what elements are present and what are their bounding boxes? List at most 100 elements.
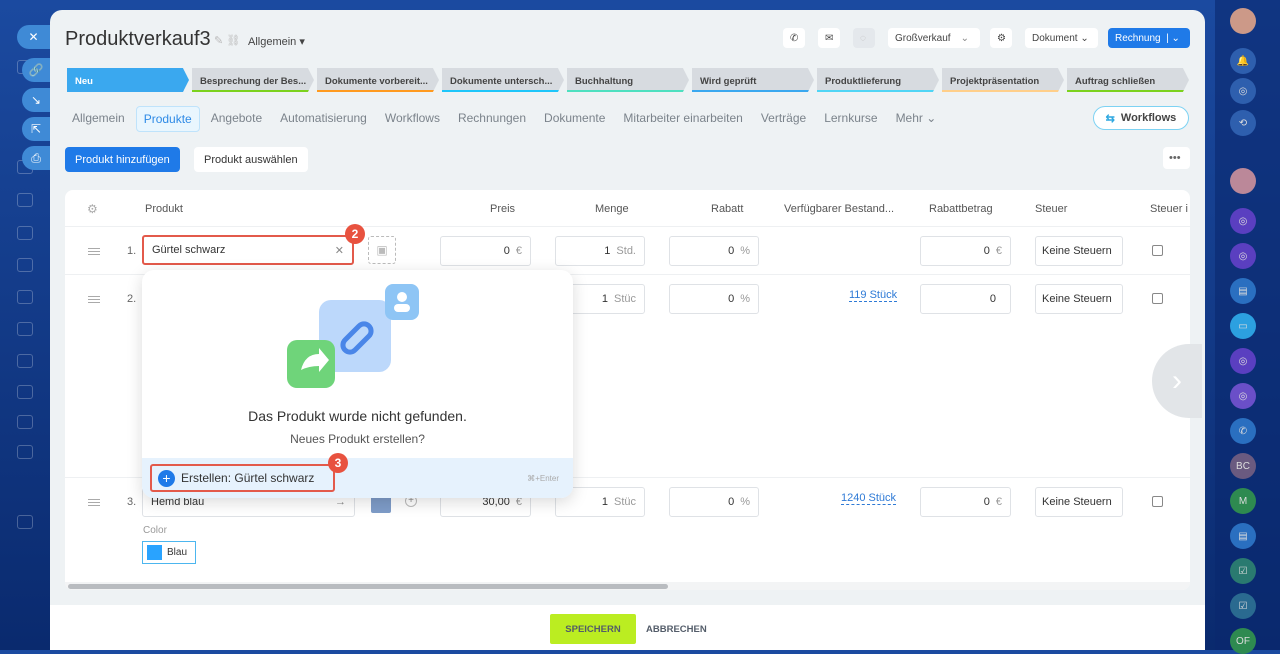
avatar-m[interactable]: M [1230, 488, 1256, 514]
tab-mitarbeiter-einarbeiten[interactable]: Mitarbeiter einarbeiten [616, 106, 749, 132]
stage-5[interactable]: Wird geprüft [692, 68, 814, 92]
open-channels-icon[interactable]: ◎ [1230, 78, 1256, 104]
clear-icon[interactable]: ✕ [335, 244, 344, 257]
horizontal-scrollbar[interactable] [65, 582, 1190, 590]
unit[interactable]: Stüc [614, 293, 636, 305]
stage-3[interactable]: Dokumente untersch... [442, 68, 564, 92]
phone-icon[interactable]: ✆ [783, 28, 805, 48]
user-avatar[interactable] [1230, 8, 1256, 34]
minimize-icon[interactable]: ↘ [22, 88, 50, 112]
stock-link[interactable]: 1240 Stück [841, 492, 897, 505]
tax-included-checkbox[interactable] [1152, 245, 1163, 256]
stage-6[interactable]: Produktlieferung [817, 68, 939, 92]
stock-link[interactable]: 119 Stück [849, 289, 898, 302]
tax-included-checkbox[interactable] [1152, 293, 1163, 304]
contact-avatar[interactable] [1230, 168, 1256, 194]
calendar-icon[interactable] [17, 193, 33, 207]
discount-amount-input[interactable]: 0 € [920, 487, 1011, 517]
tab-angebote[interactable]: Angebote [204, 106, 269, 132]
tab-workflows[interactable]: Workflows [378, 106, 447, 132]
presentation-icon[interactable] [17, 258, 33, 272]
channel-icon[interactable]: ◎ [1230, 243, 1256, 269]
tab-automatisierung[interactable]: Automatisierung [273, 106, 374, 132]
stage-4[interactable]: Buchhaltung [567, 68, 689, 92]
invoice-button[interactable]: Rechnung | ⌄ [1108, 28, 1190, 48]
stage-7[interactable]: Projektpräsentation [942, 68, 1064, 92]
tax-select[interactable]: Keine Steuern [1035, 284, 1123, 314]
edit-icon[interactable]: ✎ ⛓ [214, 34, 240, 47]
discount-type[interactable]: % [740, 496, 750, 508]
task-icon[interactable]: ☑ [1230, 593, 1256, 619]
save-button[interactable]: SPEICHERN [550, 614, 636, 644]
image-placeholder-icon[interactable]: ▣ [368, 236, 396, 264]
avatar-bc[interactable]: BC [1230, 453, 1256, 479]
tab-allgemein[interactable]: Allgemein [65, 106, 132, 132]
store-icon[interactable] [17, 415, 33, 429]
unit[interactable]: Stüc [614, 496, 636, 508]
gear-icon[interactable]: ⚙ [990, 28, 1012, 48]
tab-lernkurse[interactable]: Lernkurse [817, 106, 884, 132]
mail-icon[interactable] [17, 322, 33, 336]
tab-dokumente[interactable]: Dokumente [537, 106, 612, 132]
drag-handle[interactable] [88, 296, 100, 303]
color-option[interactable]: Blau [142, 541, 196, 564]
quantity-input[interactable]: 1 Std. [555, 236, 645, 266]
print-icon[interactable]: ⎙ [22, 146, 50, 170]
task-icon[interactable]: ☑ [1230, 558, 1256, 584]
tax-select[interactable]: Keine Steuern [1035, 236, 1123, 266]
file-icon[interactable] [17, 445, 33, 459]
channel-icon[interactable]: ◎ [1230, 383, 1256, 409]
drag-handle[interactable] [88, 248, 100, 255]
scrollbar-thumb[interactable] [68, 584, 668, 589]
discount-type[interactable]: % [740, 245, 750, 257]
discount-input[interactable]: 0% [669, 284, 759, 314]
price-input[interactable]: 0 € [440, 236, 531, 266]
cancel-button[interactable]: ABBRECHEN [646, 624, 707, 635]
contact-card-icon[interactable]: ▤ [1230, 278, 1256, 304]
channel-icon[interactable]: ◎ [1230, 208, 1256, 234]
chat-icon[interactable]: ◌ [853, 28, 875, 48]
tax-select[interactable]: Keine Steuern [1035, 487, 1123, 517]
channel-icon[interactable]: ◎ [1230, 348, 1256, 374]
select-product-button[interactable]: Produkt auswählen [194, 147, 308, 172]
open-new-window-icon[interactable]: ⇱ [22, 117, 50, 141]
sign-icon[interactable] [17, 385, 33, 399]
drag-handle[interactable] [88, 499, 100, 506]
workflows-button[interactable]: ⇆ Workflows [1093, 106, 1189, 130]
chat-icon[interactable]: ⟲ [1230, 110, 1256, 136]
task-icon[interactable] [17, 290, 33, 304]
discount-amount-input[interactable]: 0 € [920, 236, 1011, 266]
discount-input[interactable]: 0% [669, 236, 759, 266]
bell-icon[interactable]: 🔔 [1230, 48, 1256, 74]
unit[interactable]: Std. [616, 245, 636, 257]
discount-type[interactable]: % [740, 293, 750, 305]
tab-verträge[interactable]: Verträge [754, 106, 813, 132]
avatar-of[interactable]: OF [1230, 628, 1256, 654]
document-button[interactable]: Dokument ⌄ [1025, 28, 1098, 48]
discount-input[interactable]: 0% [669, 487, 759, 517]
stage-0[interactable]: Neu [67, 68, 189, 92]
tax-included-checkbox[interactable] [1152, 496, 1163, 507]
more-options-icon[interactable]: ••• [1163, 147, 1190, 169]
add-product-button[interactable]: Produkt hinzufügen [65, 147, 180, 172]
stage-2[interactable]: Dokumente vorbereit... [317, 68, 439, 92]
product-name-input[interactable]: Gürtel schwarz ✕ [142, 235, 354, 265]
mail-icon[interactable]: ✉ [818, 28, 840, 48]
phone-icon[interactable]: ✆ [1230, 418, 1256, 444]
stage-8[interactable]: Auftrag schließen [1067, 68, 1189, 92]
pipeline-select[interactable]: Großverkauf ⌄ [888, 28, 980, 48]
chat-icon[interactable] [17, 354, 33, 368]
tab-mehr[interactable]: Mehr ⌄ [889, 106, 944, 132]
category-select[interactable]: Allgemein ▾ [248, 35, 305, 48]
inbox-icon[interactable] [17, 226, 33, 240]
contact-card-icon[interactable]: ▤ [1230, 523, 1256, 549]
gear-icon[interactable]: ⚙ [87, 202, 98, 216]
contact-card-icon[interactable] [17, 515, 33, 529]
message-icon[interactable]: ▭ [1230, 313, 1256, 339]
stage-1[interactable]: Besprechung der Bes... [192, 68, 314, 92]
close-slider-button[interactable]: ✕ [17, 25, 50, 49]
tab-produkte[interactable]: Produkte [135, 106, 200, 132]
discount-amount-input[interactable]: 0 [920, 284, 1011, 314]
create-product-option[interactable]: + Erstellen: Gürtel schwarz [150, 464, 335, 492]
tab-rechnungen[interactable]: Rechnungen [451, 106, 533, 132]
